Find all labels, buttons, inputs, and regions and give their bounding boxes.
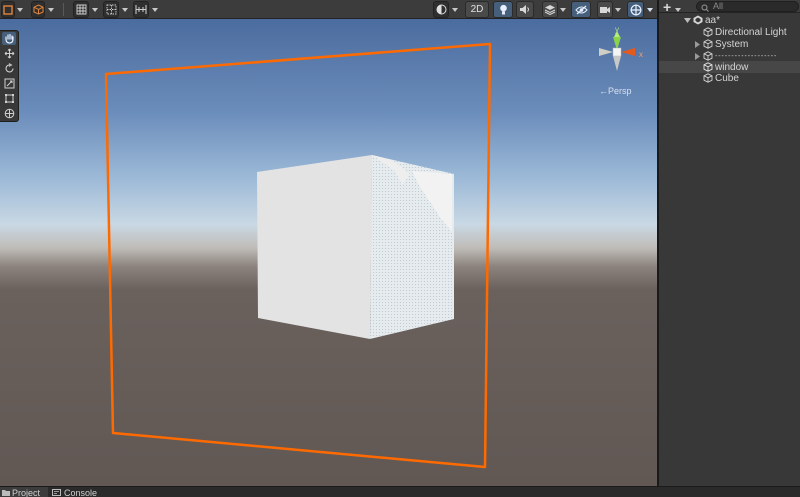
- folder-icon: [2, 490, 10, 496]
- hierarchy-panel: + All aa* Directional Light System - - -…: [659, 0, 800, 486]
- light-bulb-icon: [499, 4, 507, 14]
- toggle-2d-label: 2D: [470, 4, 484, 15]
- effects-button[interactable]: [542, 1, 558, 18]
- scene-root-row[interactable]: aa*: [659, 14, 800, 26]
- gizmos-button[interactable]: [627, 1, 644, 18]
- audio-toggle-button[interactable]: [516, 1, 534, 18]
- transform-tool-button[interactable]: [2, 107, 16, 120]
- grid-icon: [76, 4, 86, 15]
- lighting-toggle-button[interactable]: [493, 1, 513, 18]
- hierarchy-item-system[interactable]: System: [659, 38, 800, 50]
- snap-increment-button[interactable]: [133, 1, 149, 18]
- effects-layers-icon: [544, 5, 556, 15]
- hierarchy-item-label: - - - - - - - - - - - - - - - - - - -: [715, 52, 776, 60]
- scale-icon: [4, 78, 14, 89]
- gizmo-object-button[interactable]: [31, 1, 45, 18]
- snap-button[interactable]: [103, 1, 119, 18]
- draw-mode-dropdown-icon[interactable]: [15, 1, 25, 18]
- cube-icon: [33, 4, 43, 15]
- increment-snap-icon: [135, 5, 147, 14]
- hierarchy-search-input[interactable]: All: [696, 1, 799, 12]
- toggle-2d-button[interactable]: 2D: [465, 1, 489, 18]
- search-placeholder: All: [713, 1, 724, 11]
- hidden-eye-icon: [574, 5, 588, 14]
- grid-dropdown-icon[interactable]: [90, 1, 100, 18]
- sphere-shading-icon: [436, 4, 446, 15]
- projection-label[interactable]: ←Persp: [599, 86, 632, 96]
- hand-tool-button[interactable]: [2, 32, 16, 45]
- bottom-tab-bar: Project Console: [0, 486, 800, 497]
- tab-console-label: Console: [64, 487, 98, 497]
- camera-button[interactable]: [597, 1, 613, 18]
- scene-name: aa*: [705, 14, 721, 26]
- hierarchy-item-directional-light[interactable]: Directional Light: [659, 26, 800, 38]
- scene-visibility-button[interactable]: [571, 1, 591, 18]
- camera-icon: [600, 6, 610, 13]
- render-mode-dropdown-icon[interactable]: [450, 1, 460, 18]
- shaded-icon: [3, 4, 13, 15]
- scene-viewport[interactable]: y x ←Persp: [0, 19, 657, 486]
- scene-render: [104, 42, 492, 469]
- draw-mode-button[interactable]: [1, 1, 15, 18]
- add-button[interactable]: +: [663, 0, 671, 15]
- hand-icon: [4, 33, 14, 44]
- collapsed-arrow-icon[interactable]: [693, 38, 701, 50]
- gameobject-cube-icon: [702, 26, 713, 38]
- snap-increment-dropdown-icon[interactable]: [150, 1, 160, 18]
- gizmo-globe-icon: [630, 4, 641, 15]
- move-arrows-icon: [4, 48, 14, 59]
- hierarchy-item-label: Cube: [715, 72, 739, 84]
- toolbar-divider: [63, 3, 64, 16]
- camera-dropdown-icon[interactable]: [613, 1, 623, 18]
- rotate-icon: [4, 63, 14, 73]
- hierarchy-item-label: window: [715, 61, 749, 73]
- transform-icon: [4, 108, 14, 119]
- scene-toolbar: 2D: [0, 0, 657, 19]
- rotate-tool-button[interactable]: [2, 62, 16, 75]
- unity-scene-icon: [692, 14, 703, 26]
- console-icon: [52, 489, 61, 496]
- hierarchy-item-label: Directional Light: [715, 26, 787, 38]
- hierarchy-toolbar: + All: [659, 0, 800, 15]
- rect-tool-button[interactable]: [2, 92, 16, 105]
- gizmos-dropdown-icon[interactable]: [645, 1, 655, 18]
- cube-object[interactable]: [257, 155, 454, 339]
- tab-project[interactable]: Project: [0, 487, 48, 497]
- snap-dropdown-icon[interactable]: [120, 1, 130, 18]
- axis-gizmo-icon: y x: [599, 25, 643, 71]
- gameobject-cube-icon: [702, 38, 713, 50]
- render-mode-button[interactable]: [433, 1, 449, 18]
- tab-project-label: Project: [12, 487, 41, 497]
- hierarchy-item-cube[interactable]: Cube: [659, 72, 800, 84]
- gameobject-cube-icon: [702, 72, 713, 84]
- grid-button[interactable]: [73, 1, 89, 18]
- gizmo-x-label: x: [639, 50, 643, 59]
- expand-arrow-icon[interactable]: [683, 14, 691, 26]
- tools-panel: [0, 30, 19, 122]
- gizmo-object-dropdown-icon[interactable]: [46, 1, 56, 18]
- orientation-gizmo[interactable]: y x ←Persp: [589, 19, 653, 101]
- effects-dropdown-icon[interactable]: [558, 1, 568, 18]
- rect-transform-icon: [4, 94, 14, 103]
- snap-grid-icon: [106, 4, 116, 15]
- hierarchy-item-label: System: [715, 38, 749, 50]
- speaker-icon: [520, 5, 529, 14]
- tab-console[interactable]: Console: [52, 487, 102, 497]
- move-tool-button[interactable]: [2, 47, 16, 60]
- scale-tool-button[interactable]: [2, 77, 16, 90]
